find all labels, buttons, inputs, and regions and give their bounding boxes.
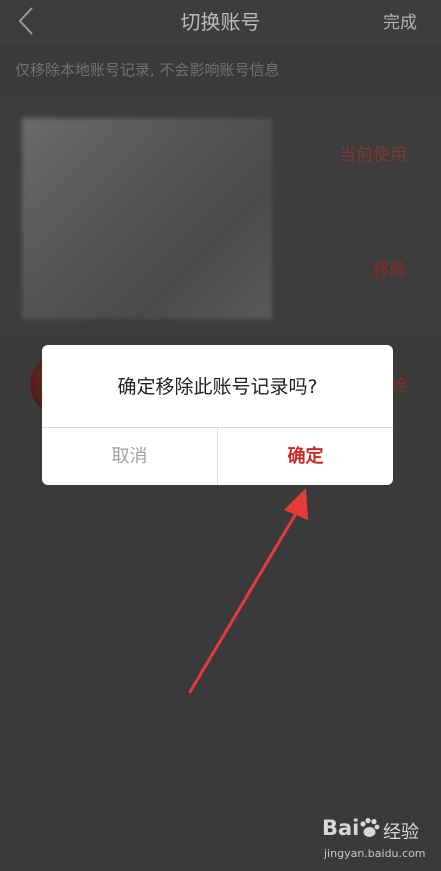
- red-arrow-icon: [188, 488, 308, 694]
- watermark-url: jingyan.baidu.com: [324, 847, 426, 860]
- baidu-jingyan-watermark: Bai 经验 jingyan.baidu.com: [322, 816, 432, 864]
- watermark-brand-cn: 经验: [383, 822, 419, 843]
- paw-icon: [360, 818, 380, 837]
- watermark-brand: Bai: [322, 816, 360, 840]
